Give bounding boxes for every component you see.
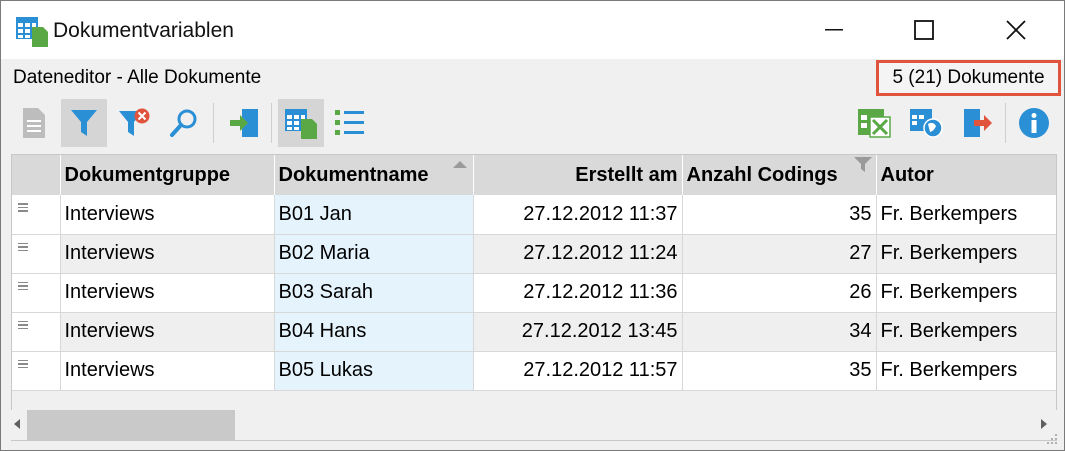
maximize-icon bbox=[914, 20, 934, 40]
column-header-dokumentgruppe[interactable]: Dokumentgruppe bbox=[60, 155, 275, 195]
info-button[interactable] bbox=[1011, 99, 1057, 147]
close-button[interactable] bbox=[970, 1, 1062, 59]
row-handle-icon bbox=[18, 320, 28, 332]
cell-codings[interactable]: 26 bbox=[682, 273, 877, 313]
cell-gruppe[interactable]: Interviews bbox=[60, 195, 275, 235]
column-header-label: Dokumentname bbox=[278, 163, 429, 186]
cell-autor[interactable]: Fr. Berkempers bbox=[876, 273, 1056, 313]
row-handle[interactable] bbox=[12, 273, 61, 313]
column-header-anzahl-codings[interactable]: Anzahl Codings bbox=[682, 155, 877, 195]
row-handle[interactable] bbox=[12, 234, 61, 274]
cell-erstellt[interactable]: 27.12.2012 11:24 bbox=[473, 234, 683, 274]
scrollbar-thumb[interactable] bbox=[27, 410, 235, 440]
title-bar[interactable]: Dokumentvariablen bbox=[1, 1, 1064, 59]
cell-name[interactable]: B02 Maria bbox=[274, 234, 474, 274]
web-export-icon bbox=[910, 109, 943, 138]
close-icon bbox=[1006, 20, 1026, 40]
table-view-button[interactable] bbox=[278, 99, 324, 147]
data-grid: Dokumentgruppe Dokumentname Erstellt am … bbox=[11, 154, 1057, 441]
export-button[interactable] bbox=[955, 99, 1001, 147]
window: Dokumentvariablen Dateneditor - Alle Dok… bbox=[0, 0, 1065, 451]
cell-autor[interactable]: Fr. Berkempers bbox=[876, 195, 1056, 235]
row-handle[interactable] bbox=[12, 312, 61, 352]
table-row[interactable]: Interviews B03 Sarah 27.12.2012 11:36 26… bbox=[12, 273, 1056, 313]
document-count-badge: 5 (21) Dokumente bbox=[876, 60, 1061, 96]
cell-codings[interactable]: 34 bbox=[682, 312, 877, 352]
horizontal-scrollbar[interactable] bbox=[11, 410, 1057, 440]
row-handle[interactable] bbox=[12, 195, 61, 235]
cell-gruppe[interactable]: Interviews bbox=[60, 273, 275, 313]
header-row: Dokumentgruppe Dokumentname Erstellt am … bbox=[12, 155, 1056, 195]
toolbar-separator bbox=[213, 103, 214, 143]
cell-name[interactable]: B05 Lukas bbox=[274, 351, 474, 391]
toolbar-separator bbox=[271, 103, 272, 143]
cell-autor[interactable]: Fr. Berkempers bbox=[876, 234, 1056, 274]
toolbar bbox=[1, 97, 1064, 151]
cell-name[interactable]: B01 Jan bbox=[274, 195, 474, 235]
table-view-icon bbox=[285, 109, 317, 139]
import-button[interactable] bbox=[221, 99, 267, 147]
sort-ascending-icon bbox=[452, 161, 467, 168]
search-icon bbox=[170, 109, 197, 137]
window-title: Dokumentvariablen bbox=[53, 19, 234, 42]
table-row[interactable]: Interviews B02 Maria 27.12.2012 11:24 27… bbox=[12, 234, 1056, 274]
list-view-button[interactable] bbox=[327, 99, 373, 147]
column-filter-icon[interactable] bbox=[853, 157, 872, 173]
column-header-dokumentname[interactable]: Dokumentname bbox=[274, 155, 474, 195]
minimize-button[interactable] bbox=[788, 1, 880, 59]
cell-gruppe[interactable]: Interviews bbox=[60, 312, 275, 352]
row-handle-icon bbox=[18, 359, 28, 371]
row-handle[interactable] bbox=[12, 351, 61, 391]
table-row[interactable]: Interviews B01 Jan 27.12.2012 11:37 35 F… bbox=[12, 195, 1056, 235]
row-handle-icon bbox=[18, 203, 28, 214]
document-icon bbox=[23, 108, 45, 138]
info-icon bbox=[1019, 108, 1049, 138]
filter-remove-icon bbox=[119, 108, 150, 136]
remove-filter-button[interactable] bbox=[111, 99, 157, 147]
export-icon bbox=[964, 109, 992, 137]
cell-autor[interactable]: Fr. Berkempers bbox=[876, 351, 1056, 391]
cell-erstellt[interactable]: 27.12.2012 11:37 bbox=[473, 195, 683, 235]
cell-codings[interactable]: 35 bbox=[682, 351, 877, 391]
cell-erstellt[interactable]: 27.12.2012 11:57 bbox=[473, 351, 683, 391]
app-table-icon bbox=[16, 17, 48, 47]
web-export-button[interactable] bbox=[903, 99, 949, 147]
list-view-icon bbox=[335, 110, 364, 135]
cell-gruppe[interactable]: Interviews bbox=[60, 351, 275, 391]
table-row[interactable]: Interviews B04 Hans 27.12.2012 13:45 34 … bbox=[12, 312, 1056, 352]
import-icon bbox=[230, 109, 258, 137]
document-button[interactable] bbox=[11, 99, 57, 147]
column-header-autor[interactable]: Autor bbox=[876, 155, 1056, 195]
cell-name[interactable]: B03 Sarah bbox=[274, 273, 474, 313]
table-row[interactable]: Interviews B05 Lukas 27.12.2012 11:57 35… bbox=[12, 351, 1056, 391]
search-button[interactable] bbox=[161, 99, 207, 147]
excel-export-icon bbox=[858, 109, 891, 138]
scroll-right-icon[interactable] bbox=[1041, 419, 1047, 429]
excel-export-button[interactable] bbox=[851, 99, 897, 147]
column-header-rowhandle[interactable] bbox=[12, 155, 61, 195]
row-handle-icon bbox=[18, 281, 28, 293]
cell-erstellt[interactable]: 27.12.2012 11:36 bbox=[473, 273, 683, 313]
maximize-button[interactable] bbox=[878, 1, 970, 59]
row-handle-icon bbox=[18, 242, 28, 254]
cell-gruppe[interactable]: Interviews bbox=[60, 234, 275, 274]
scroll-left-icon[interactable] bbox=[14, 419, 20, 429]
resize-grip-icon[interactable] bbox=[1046, 433, 1058, 445]
cell-codings[interactable]: 35 bbox=[682, 195, 877, 235]
cell-erstellt[interactable]: 27.12.2012 13:45 bbox=[473, 312, 683, 352]
column-header-erstellt[interactable]: Erstellt am bbox=[473, 155, 683, 195]
editor-scope-label: Dateneditor - Alle Dokumente bbox=[13, 67, 262, 88]
toolbar-separator bbox=[1005, 103, 1006, 143]
filter-icon bbox=[71, 110, 97, 136]
column-header-label: Anzahl Codings bbox=[686, 163, 838, 186]
minimize-icon bbox=[825, 29, 843, 31]
filter-button[interactable] bbox=[61, 99, 107, 147]
cell-autor[interactable]: Fr. Berkempers bbox=[876, 312, 1056, 352]
cell-name[interactable]: B04 Hans bbox=[274, 312, 474, 352]
cell-codings[interactable]: 27 bbox=[682, 234, 877, 274]
